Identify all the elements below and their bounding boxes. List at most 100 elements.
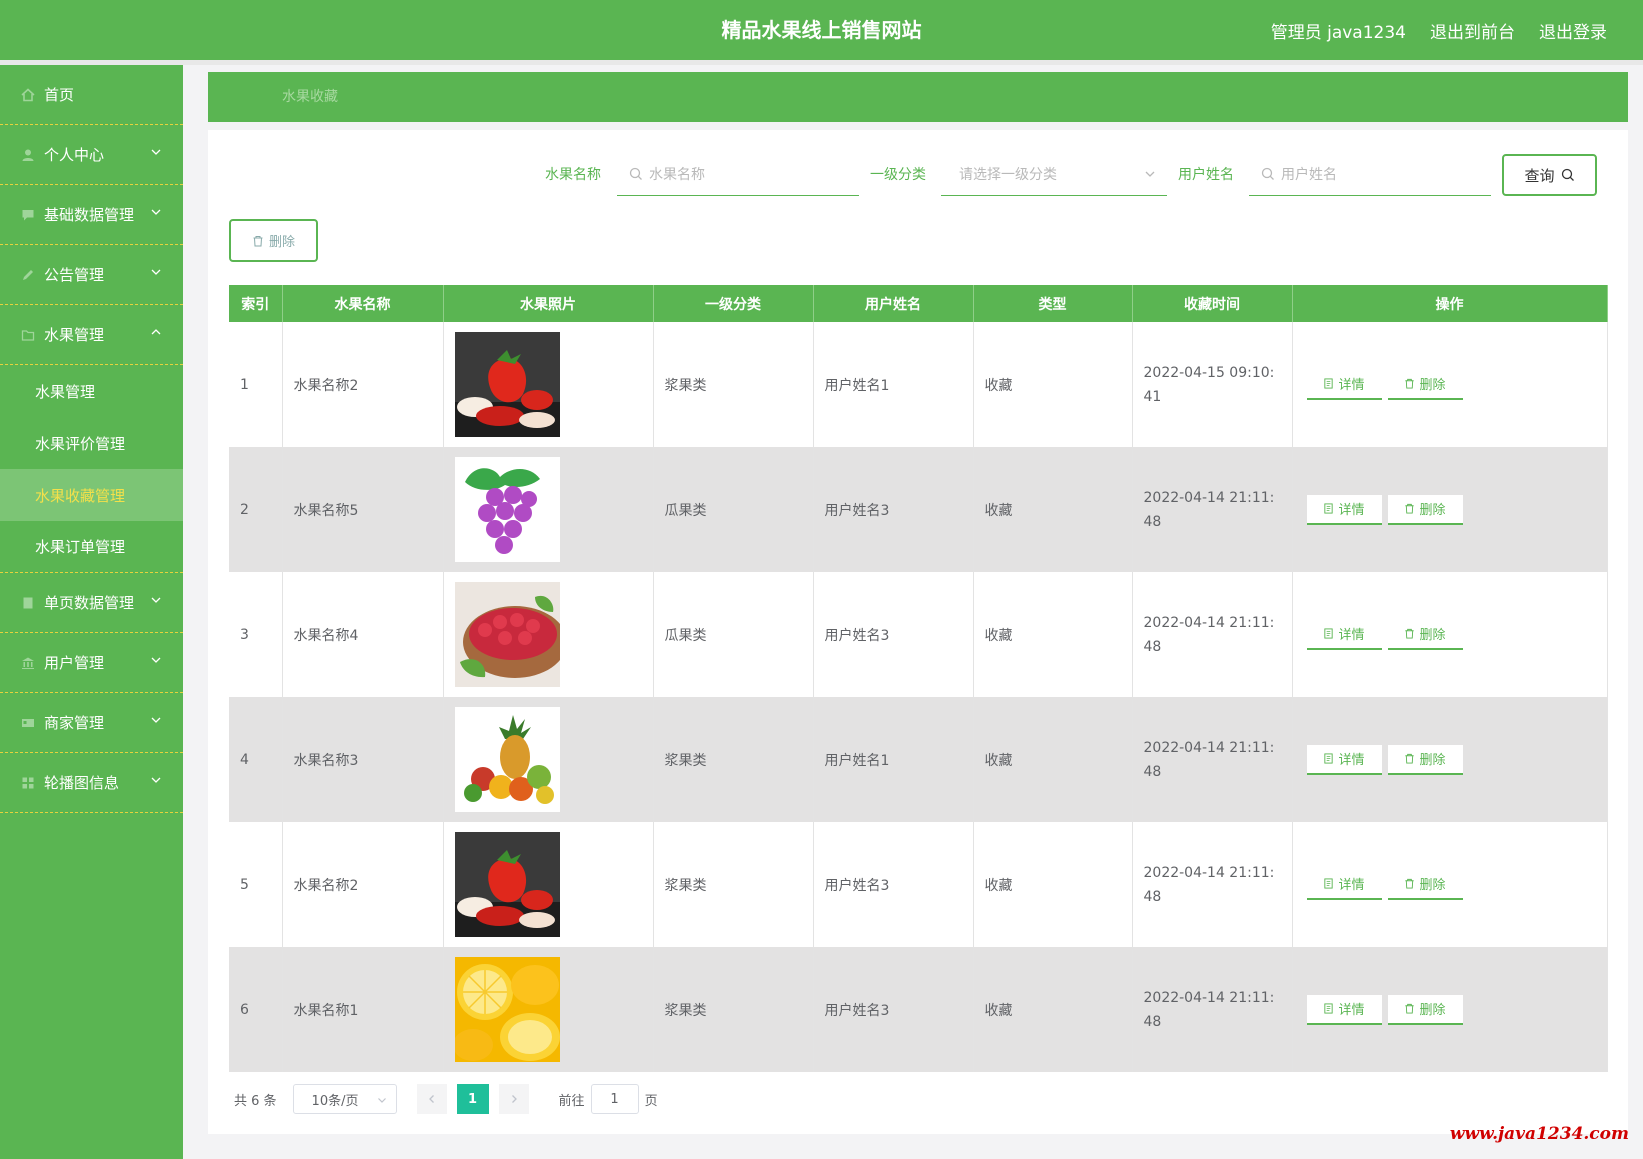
- batch-delete-button[interactable]: 删除: [229, 219, 318, 262]
- document-icon: [1324, 753, 1334, 764]
- sidebar-subitem-fruit-favorite[interactable]: 水果收藏管理: [0, 469, 183, 521]
- cell-favorite-time: 2022-04-14 21:11:48: [1132, 822, 1293, 947]
- batch-delete-label: 删除: [268, 235, 295, 250]
- sidebar-item-merchants[interactable]: 商家管理: [0, 693, 183, 753]
- sidebar: 首页 个人中心 基础数据管理 公告管理 水果管理 水果管理 水果评价管理 水果收…: [0, 65, 183, 1159]
- sidebar-item-home[interactable]: 首页: [0, 65, 183, 125]
- trash-icon: [1405, 378, 1415, 389]
- column-header[interactable]: 操作: [1292, 285, 1608, 322]
- sidebar-subitem-fruit-review[interactable]: 水果评价管理: [0, 417, 183, 469]
- column-header[interactable]: 用户姓名: [813, 285, 974, 322]
- column-header[interactable]: 水果照片: [443, 285, 654, 322]
- user-icon: [18, 148, 38, 162]
- cell-type: 收藏: [973, 697, 1133, 822]
- cell-username: 用户姓名1: [813, 697, 974, 822]
- favorites-table: 索引 水果名称 水果照片 一级分类 用户姓名 类型 收藏时间 操作 1 水果名称2…: [229, 285, 1608, 1072]
- document-icon: [1324, 1003, 1334, 1014]
- delete-button[interactable]: 删除: [1387, 744, 1463, 775]
- cell-type: 收藏: [973, 822, 1133, 947]
- trash-icon: [1405, 753, 1415, 764]
- cell-fruit-name: 水果名称3: [282, 697, 444, 822]
- column-header[interactable]: 索引: [229, 285, 283, 322]
- cell-actions: 详情 删除: [1292, 697, 1608, 822]
- cell-username: 用户姓名3: [813, 822, 974, 947]
- column-header[interactable]: 类型: [973, 285, 1133, 322]
- column-header[interactable]: 收藏时间: [1132, 285, 1293, 322]
- logout-link[interactable]: 退出登录: [1539, 18, 1607, 43]
- sidebar-item-single-page[interactable]: 单页数据管理: [0, 573, 183, 633]
- sidebar-subitem-fruit-manage[interactable]: 水果管理: [0, 365, 183, 417]
- sidebar-item-personal-center[interactable]: 个人中心: [0, 125, 183, 185]
- exit-to-front-link[interactable]: 退出到前台: [1430, 18, 1515, 43]
- detail-button[interactable]: 详情: [1306, 619, 1382, 650]
- watermark: www.java1234.com: [1449, 1124, 1629, 1144]
- detail-button[interactable]: 详情: [1306, 744, 1382, 775]
- document-icon: [1324, 628, 1334, 639]
- delete-button[interactable]: 删除: [1387, 619, 1463, 650]
- search-icon: [629, 167, 642, 180]
- detail-label: 详情: [1338, 503, 1365, 518]
- fruit-photo: [454, 832, 653, 937]
- table-row[interactable]: 1 水果名称2 浆果类 用户姓名1 收藏 2022-04-15 09:10:41 详情 删除: [229, 322, 1608, 447]
- cell-type: 收藏: [973, 947, 1133, 1072]
- detail-button[interactable]: 详情: [1306, 994, 1382, 1025]
- page-number-current[interactable]: 1: [456, 1084, 489, 1114]
- detail-button[interactable]: 详情: [1306, 494, 1382, 525]
- column-header[interactable]: 水果名称: [282, 285, 444, 322]
- delete-button[interactable]: 删除: [1387, 494, 1463, 525]
- fruit-photo: [454, 457, 653, 562]
- cell-index: 2: [229, 447, 283, 572]
- cell-favorite-time: 2022-04-14 21:11:48: [1132, 447, 1293, 572]
- cell-fruit-name: 水果名称5: [282, 447, 444, 572]
- chevron-left-icon: [428, 1095, 434, 1103]
- total-count: 共 6 条: [234, 1093, 277, 1109]
- delete-button[interactable]: 删除: [1387, 994, 1463, 1025]
- table-row[interactable]: 6 水果名称1 浆果类 用户姓名3 收藏 2022-04-14 21:11:48 详情 删除: [229, 947, 1608, 1072]
- trash-icon: [253, 235, 263, 246]
- chevron-down-icon: [151, 717, 161, 723]
- query-button-label: 查询: [1524, 166, 1555, 185]
- cell-fruit-name: 水果名称4: [282, 572, 444, 697]
- sidebar-item-label: 基础数据管理: [44, 206, 135, 224]
- chat-icon: [18, 208, 38, 222]
- cell-category: 浆果类: [653, 822, 814, 947]
- username-placeholder: 用户姓名: [1281, 166, 1337, 183]
- goto-page-input[interactable]: [590, 1084, 639, 1114]
- table-row[interactable]: 5 水果名称2 浆果类 用户姓名3 收藏 2022-04-14 21:11:48 详情 删除: [229, 822, 1608, 947]
- category-placeholder: 请选择一级分类: [959, 166, 1057, 183]
- column-header[interactable]: 一级分类: [653, 285, 814, 322]
- prev-page-button[interactable]: [416, 1084, 447, 1114]
- sidebar-item-label: 轮播图信息: [44, 774, 120, 792]
- username-input[interactable]: 用户姓名: [1249, 152, 1491, 196]
- detail-button[interactable]: 详情: [1306, 869, 1382, 900]
- sidebar-item-base-data[interactable]: 基础数据管理: [0, 185, 183, 245]
- header-divider: [0, 60, 1643, 65]
- delete-label: 删除: [1419, 378, 1446, 393]
- table-row[interactable]: 4 水果名称3 浆果类 用户姓名1 收藏 2022-04-14 21:11:48 详情 删除: [229, 697, 1608, 822]
- page-size-select[interactable]: 10条/页: [292, 1084, 397, 1114]
- table-row[interactable]: 2 水果名称5 瓜果类 用户姓名3 收藏 2022-04-14 21:11:48 详情 删除: [229, 447, 1608, 572]
- sidebar-item-carousel[interactable]: 轮播图信息: [0, 753, 183, 813]
- sidebar-item-fruit[interactable]: 水果管理: [0, 305, 183, 365]
- query-button[interactable]: 查询: [1502, 154, 1597, 196]
- goto-suffix: 页: [644, 1093, 658, 1109]
- admin-user-label: 管理员 java1234: [1270, 22, 1406, 43]
- cell-actions: 详情 删除: [1292, 947, 1608, 1072]
- table-row[interactable]: 3 水果名称4 瓜果类 用户姓名3 收藏 2022-04-14 21:11:48 详情 删除: [229, 572, 1608, 697]
- sidebar-subitem-fruit-order[interactable]: 水果订单管理: [0, 521, 183, 573]
- cell-actions: 详情 删除: [1292, 447, 1608, 572]
- cell-username: 用户姓名3: [813, 447, 974, 572]
- delete-button[interactable]: 删除: [1387, 369, 1463, 400]
- next-page-button[interactable]: [498, 1084, 529, 1114]
- detail-button[interactable]: 详情: [1306, 369, 1382, 400]
- cell-fruit-photo: [443, 947, 654, 1072]
- sidebar-item-notice[interactable]: 公告管理: [0, 245, 183, 305]
- delete-button[interactable]: 删除: [1387, 869, 1463, 900]
- edit-icon: [18, 268, 38, 282]
- sidebar-item-label: 首页: [44, 86, 75, 104]
- detail-label: 详情: [1338, 1003, 1365, 1018]
- category-select[interactable]: 请选择一级分类: [941, 152, 1167, 196]
- sidebar-item-users[interactable]: 用户管理: [0, 633, 183, 693]
- detail-label: 详情: [1338, 878, 1365, 893]
- fruit-name-input[interactable]: 水果名称: [617, 152, 859, 196]
